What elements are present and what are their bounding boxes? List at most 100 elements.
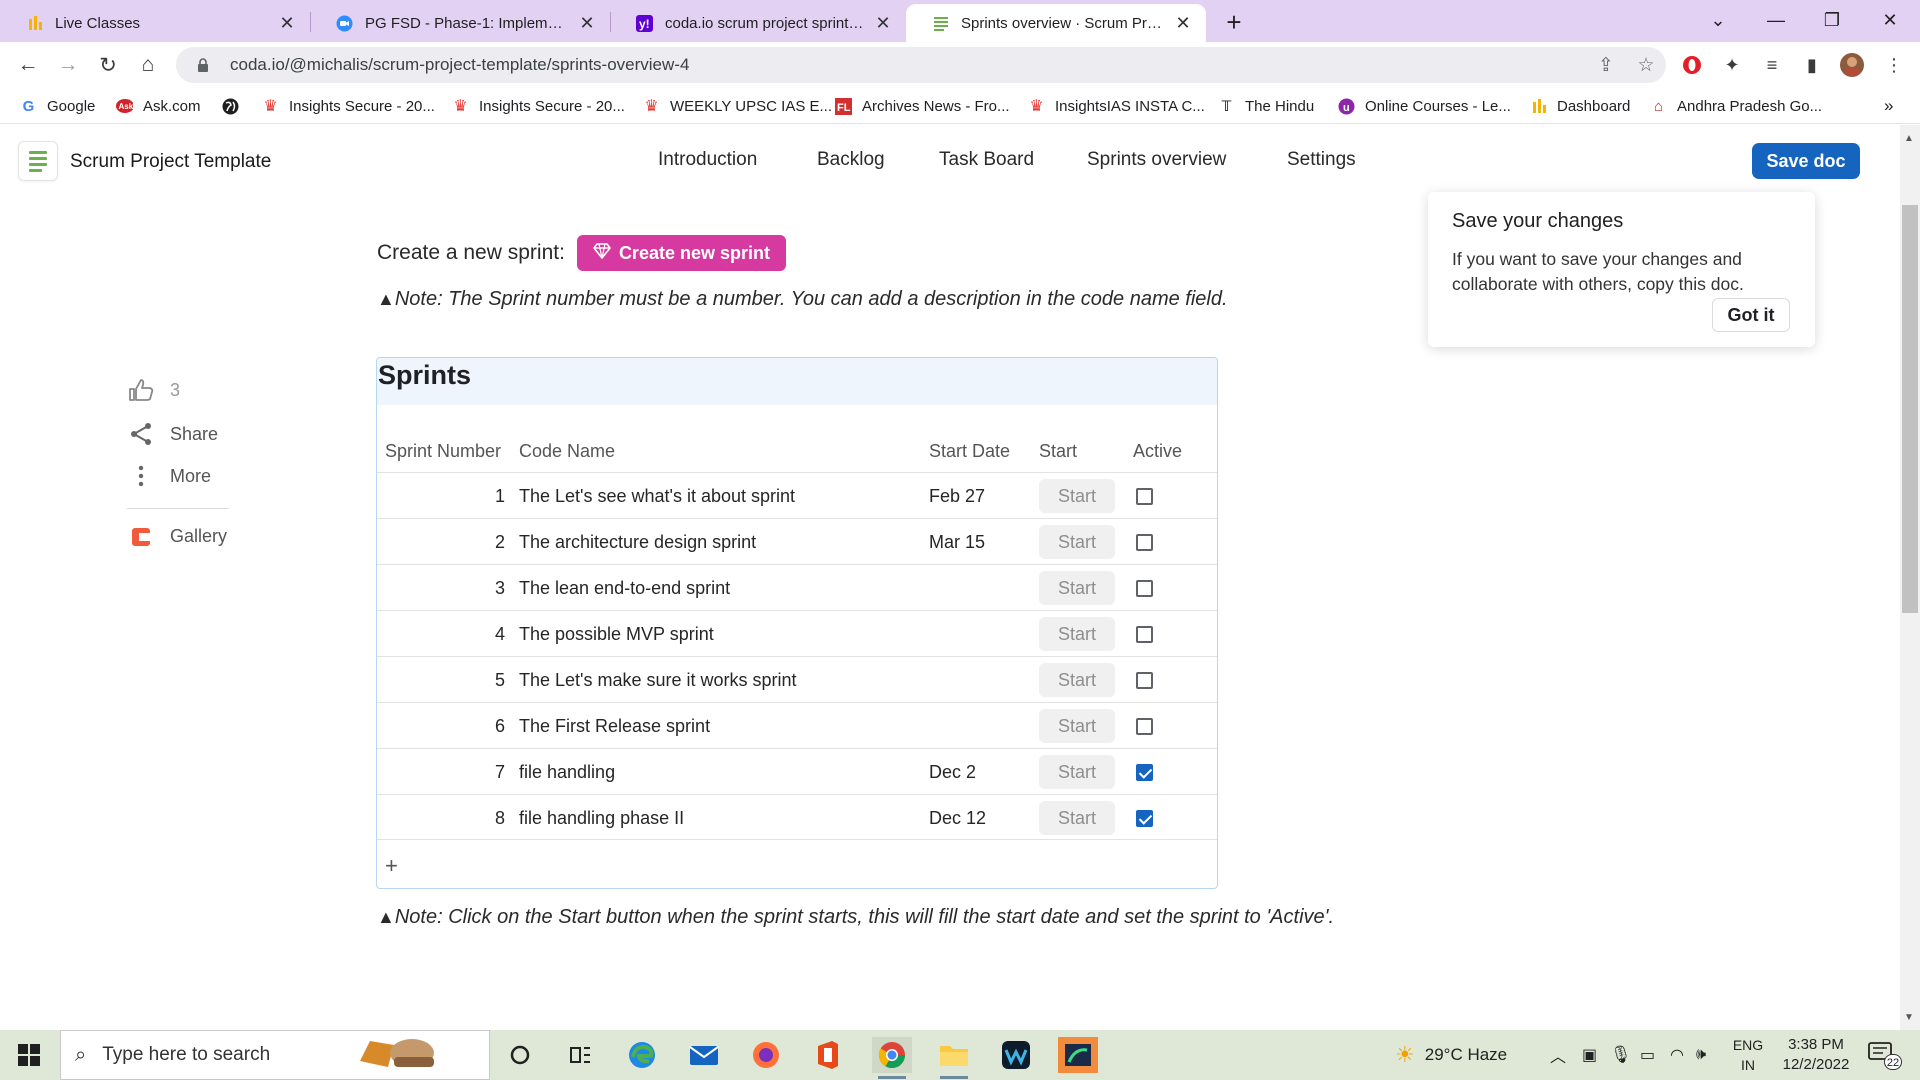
code-name-cell[interactable]: The Let's make sure it works sprint [519, 657, 797, 703]
sprint-number-cell[interactable]: 1 [377, 473, 505, 519]
url-text[interactable]: coda.io/@michalis/scrum-project-template… [230, 55, 1586, 75]
meet-now-icon[interactable]: ▣ [1582, 1030, 1597, 1080]
side-panel-icon[interactable]: ▮ [1798, 51, 1826, 79]
bookmark-insightsias-insta[interactable]: ♛ InsightsIAS INSTA C... [1028, 94, 1204, 118]
active-checkbox[interactable] [1136, 764, 1153, 781]
got-it-button[interactable]: Got it [1712, 298, 1790, 332]
active-checkbox[interactable] [1136, 534, 1153, 551]
table-row[interactable]: 4 The possible MVP sprint Start [377, 610, 1217, 657]
sprint-number-cell[interactable]: 7 [377, 749, 505, 795]
code-name-cell[interactable]: file handling [519, 749, 615, 795]
lock-icon[interactable] [192, 57, 214, 73]
coda-like-app-icon[interactable] [1058, 1037, 1098, 1073]
scroll-up-arrow-icon[interactable]: ▲ [1904, 133, 1914, 144]
start-date-cell[interactable]: Mar 15 [929, 519, 985, 565]
bookmark-insights-1[interactable]: ♛ Insights Secure - 20... [262, 94, 435, 118]
extensions-puzzle-icon[interactable]: ✦ [1718, 51, 1746, 79]
scrollbar-thumb[interactable] [1902, 205, 1918, 613]
start-sprint-button[interactable]: Start [1039, 617, 1115, 651]
address-bar[interactable]: coda.io/@michalis/scrum-project-template… [176, 47, 1666, 83]
mail-icon[interactable] [684, 1037, 724, 1073]
minimize-button[interactable]: — [1748, 0, 1804, 40]
active-checkbox[interactable] [1136, 580, 1153, 597]
active-checkbox[interactable] [1136, 672, 1153, 689]
table-row[interactable]: 7 file handling Dec 2 Start [377, 748, 1217, 795]
column-header-code-name[interactable]: Code Name [519, 441, 615, 462]
start-date-cell[interactable]: Dec 12 [929, 795, 986, 841]
column-header-active[interactable]: Active [1133, 441, 1182, 462]
bookmark-globe[interactable] [222, 94, 249, 118]
bookmark-archives-news[interactable]: FL Archives News - Fro... [835, 94, 1010, 118]
close-icon[interactable]: ✕ [578, 13, 596, 33]
active-checkbox[interactable] [1136, 626, 1153, 643]
cortana-icon[interactable] [500, 1037, 540, 1073]
active-checkbox[interactable] [1136, 718, 1153, 735]
tab-pg-fsd[interactable]: PG FSD - Phase-1: Implement OO ✕ [310, 4, 610, 42]
tab-search-icon[interactable]: ⌄ [1690, 0, 1746, 40]
save-doc-button[interactable]: Save doc [1752, 143, 1860, 179]
file-explorer-icon[interactable] [934, 1037, 974, 1073]
start-date-cell[interactable]: Feb 27 [929, 473, 985, 519]
language-indicator[interactable]: ENG IN [1730, 1035, 1766, 1075]
code-name-cell[interactable]: The First Release sprint [519, 703, 710, 749]
nav-backlog[interactable]: Backlog [817, 149, 885, 171]
chrome-icon[interactable] [872, 1037, 912, 1073]
column-header-sprint-number[interactable]: Sprint Number [385, 441, 501, 462]
create-new-sprint-button[interactable]: Create new sprint [576, 235, 786, 271]
gallery-link[interactable]: Gallery [126, 526, 227, 547]
clock[interactable]: 3:38 PM 12/2/2022 [1775, 1035, 1857, 1075]
sprint-number-cell[interactable]: 2 [377, 519, 505, 565]
bookmark-the-hindu[interactable]: 𝕋 The Hindu [1218, 94, 1315, 118]
reload-icon[interactable]: ↻ [92, 49, 124, 81]
bookmark-ask[interactable]: Ask Ask.com [116, 94, 201, 118]
table-row[interactable]: 6 The First Release sprint Start [377, 702, 1217, 749]
sprint-number-cell[interactable]: 4 [377, 611, 505, 657]
code-name-cell[interactable]: The architecture design sprint [519, 519, 756, 565]
start-sprint-button[interactable]: Start [1039, 571, 1115, 605]
task-view-icon[interactable] [560, 1037, 600, 1073]
bookmark-dashboard[interactable]: Dashboard [1530, 94, 1630, 118]
code-name-cell[interactable]: The lean end-to-end sprint [519, 565, 730, 611]
volume-icon[interactable]: 🕪︎ [1696, 1030, 1706, 1080]
bookmark-google[interactable]: G Google [20, 94, 96, 118]
column-header-start-date[interactable]: Start Date [929, 441, 1010, 462]
browser-menu-icon[interactable]: ⋮ [1880, 51, 1908, 79]
table-row[interactable]: 2 The architecture design sprint Mar 15 Sta… [377, 518, 1217, 565]
webex-icon[interactable] [996, 1037, 1036, 1073]
opera-extension-icon[interactable] [1678, 51, 1706, 79]
new-tab-button[interactable]: + [1220, 7, 1248, 37]
sprint-number-cell[interactable]: 8 [377, 795, 505, 841]
tab-live-classes[interactable]: Live Classes ✕ [0, 4, 310, 42]
nav-task-board[interactable]: Task Board [939, 149, 1034, 171]
start-sprint-button[interactable]: Start [1039, 479, 1115, 513]
nav-introduction[interactable]: Introduction [658, 149, 757, 171]
table-row[interactable]: 5 The Let's make sure it works sprint Star… [377, 656, 1217, 703]
table-row[interactable]: 1 The Let's see what's it about sprint Feb… [377, 472, 1217, 519]
start-sprint-button[interactable]: Start [1039, 709, 1115, 743]
close-icon[interactable]: ✕ [278, 13, 296, 33]
share-page-icon[interactable]: ⇪ [1586, 54, 1626, 77]
firefox-icon[interactable] [746, 1037, 786, 1073]
start-date-cell[interactable]: Dec 2 [929, 749, 976, 795]
more-bookmarks-button[interactable]: » [1884, 94, 1893, 118]
sprint-number-cell[interactable]: 5 [377, 657, 505, 703]
code-name-cell[interactable]: file handling phase II [519, 795, 684, 841]
media-control-icon[interactable]: ≡ [1758, 51, 1786, 79]
wifi-icon[interactable]: ◠ [1670, 1030, 1684, 1080]
windows-start-icon[interactable] [18, 1044, 40, 1066]
bookmark-star-icon[interactable]: ☆ [1626, 54, 1666, 77]
code-name-cell[interactable]: The possible MVP sprint [519, 611, 714, 657]
close-icon[interactable]: ✕ [874, 13, 892, 33]
table-row[interactable]: 3 The lean end-to-end sprint Start [377, 564, 1217, 611]
office-icon[interactable] [808, 1037, 848, 1073]
microphone-icon[interactable]: 🎙︎ [1610, 1030, 1632, 1080]
sprint-number-cell[interactable]: 3 [377, 565, 505, 611]
restore-button[interactable]: ❐ [1804, 0, 1860, 40]
column-header-start[interactable]: Start [1039, 441, 1077, 462]
doc-title[interactable]: Scrum Project Template [70, 151, 271, 173]
taskbar-search-box[interactable]: ⌕ Type here to search [60, 1030, 490, 1080]
nav-sprints-overview[interactable]: Sprints overview [1087, 149, 1226, 171]
back-arrow-icon[interactable]: ← [12, 49, 44, 81]
bookmark-insights-2[interactable]: ♛ Insights Secure - 20... [452, 94, 625, 118]
start-sprint-button[interactable]: Start [1039, 755, 1115, 789]
